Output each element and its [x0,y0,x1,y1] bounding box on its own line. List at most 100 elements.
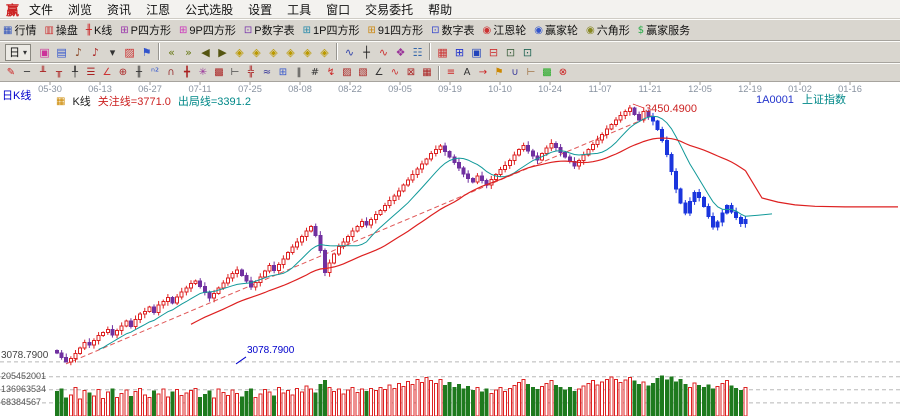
onep-square-button[interactable]: ⊞ 1P四方形 [303,22,360,38]
menu-item-3[interactable]: 资讯 [107,3,131,17]
hexagon-button[interactable]: ◉ 六角形 [586,22,630,38]
zoom-in-diamond-icon[interactable]: ◈ [248,45,265,61]
gann-circle-icon[interactable]: ⊕ [115,65,131,80]
menu-item-7[interactable]: 工具 [287,3,311,17]
first-page-icon[interactable]: « [163,45,180,61]
menu-bar: 赢 文件 浏览 资讯 江恩 公式选股 设置 工具 窗口 交易委托 帮助 [0,0,900,19]
menu-item-4[interactable]: 江恩 [146,3,170,17]
lightning-icon[interactable]: ↯ [323,65,339,80]
prev-bar-icon[interactable]: ◀ [197,45,214,61]
text-note-icon[interactable]: A [459,65,475,80]
arrow-mark-icon[interactable]: → [475,65,491,80]
pan-right-diamond-icon[interactable]: ◈ [282,45,299,61]
time-ruler-icon[interactable]: ⊢ [227,65,243,80]
menu-item-2[interactable]: 浏览 [68,3,92,17]
gann-grid-icon[interactable]: ╬ [243,65,259,80]
gann-wheel-button[interactable]: ◉ 江恩轮 [483,22,527,38]
gann-angle-icon[interactable]: ∠ [99,65,115,80]
wave-tool-icon[interactable]: ≈ [259,65,275,80]
clipboard-icon[interactable]: ▤ [53,45,70,61]
paint-area-icon[interactable]: ▩ [539,65,555,80]
wave-icon[interactable]: ∿ [341,45,358,61]
center-cross-icon[interactable]: ╋ [179,65,195,80]
menu-item-6[interactable]: 设置 [248,3,272,17]
zoom-out-diamond-icon[interactable]: ◈ [231,45,248,61]
calendar-icon[interactable]: ▦ [434,45,451,61]
indicator-window-icon[interactable]: ▨ [121,45,138,61]
last-page-icon[interactable]: » [180,45,197,61]
sine-tool-icon[interactable]: ∿ [387,65,403,80]
menu-item-9[interactable]: 交易委托 [365,3,413,17]
table-tool-icon[interactable]: ⊞ [275,65,291,80]
overlay-caret-icon[interactable]: ▾ [104,45,121,61]
square-n2-icon[interactable]: ⁿ² [147,65,163,80]
bars-tool-icon[interactable]: ‖ [291,65,307,80]
menu-item-1[interactable]: 文件 [29,3,53,17]
calculator-icon[interactable]: ⊞ [451,45,468,61]
workstation-icon[interactable]: ⊡ [502,45,519,61]
arc-tool-icon[interactable]: ∩ [163,65,179,80]
pan-down-diamond-icon[interactable]: ◈ [316,45,333,61]
svg-text:09-19: 09-19 [438,84,462,94]
magnet-icon[interactable]: ∪ [507,65,523,80]
pencil-icon[interactable]: ✎ [3,65,19,80]
star-tool-icon[interactable]: ✳ [195,65,211,80]
gann-flower-icon[interactable]: ❖ [392,45,409,61]
quote-button[interactable]: ▦ 行情 [3,22,36,38]
grid2-icon[interactable]: ▦ [419,65,435,80]
grid-line-icon[interactable]: ╫ [131,65,147,80]
p-digit-table-button[interactable]: ⊡ P数字表 [244,22,295,38]
hash-tool-icon[interactable]: # [307,65,323,80]
shade-left-icon[interactable]: ▧ [355,65,371,80]
menu-item-5[interactable]: 公式选股 [185,3,233,17]
sub-chart-2-icon[interactable]: ♪ [87,45,104,61]
price-mark-icon[interactable]: ≡ [443,65,459,80]
lock-draw-icon[interactable]: ⊗ [555,65,571,80]
pan-left-diamond-icon[interactable]: ◈ [265,45,282,61]
menu-item-8[interactable]: 窗口 [326,3,350,17]
box-x-icon[interactable]: ⊠ [403,65,419,80]
p-square-button-icon: ⊞ [120,24,129,36]
pan-up-diamond-icon[interactable]: ◈ [299,45,316,61]
p-square-button[interactable]: ⊞ P四方形 [120,22,171,38]
crosshair-icon[interactable]: ┼ [358,45,375,61]
winner-service-button[interactable]: $ 赢家服务 [638,22,690,38]
ruler-icon[interactable]: ⊢ [523,65,539,80]
remote-service-icon[interactable]: ⊡ [519,45,536,61]
kline-chart[interactable]: 05-30 06-13 06-27 07-11 07-25 08-08 08-22 09-05… [0,82,900,416]
resistance-line-icon[interactable]: ╥ [51,65,67,80]
ninep-square-button[interactable]: ⊞ 9P四方形 [179,22,236,38]
flag-mark-icon[interactable]: ⚑ [491,65,507,80]
winner-wheel-button-icon: ◉ [534,24,543,36]
percent-line-icon[interactable]: ☰ [83,65,99,80]
horizontal-line-icon[interactable]: ─ [19,65,35,80]
zigzag-icon[interactable]: ∿ [375,45,392,61]
next-bar-icon[interactable]: ▶ [214,45,231,61]
symbol-code: 1A0001 [756,94,794,106]
kline-button[interactable]: ╫ K线 [86,22,112,38]
angle2-icon[interactable]: ∠ [371,65,387,80]
shade-right-icon[interactable]: ▨ [339,65,355,80]
svg-text:08-22: 08-22 [338,84,362,94]
winner-wheel-button-label: 赢家轮 [544,25,578,37]
sub-chart-1-icon[interactable]: ♪ [70,45,87,61]
restore-layout-icon[interactable]: ▣ [36,45,53,61]
period-day-button[interactable]: 日 ▾ [5,43,32,61]
notebook-icon[interactable]: ▣ [468,45,485,61]
winner-wheel-button[interactable]: ◉ 赢家轮 [534,22,578,38]
toolbar-separator [336,43,339,60]
digit-table-button[interactable]: ⊡ 数字表 [431,22,474,38]
cross-line-icon[interactable]: ╀ [67,65,83,80]
svg-text:10-24: 10-24 [538,84,562,94]
menu-item-10[interactable]: 帮助 [428,3,452,17]
low-price-axis-label: 3078.7900 [1,350,49,361]
onep-square-button-label: 1P四方形 [313,25,360,37]
hexagram-icon[interactable]: ☷ [409,45,426,61]
save-icon[interactable]: ⊟ [485,45,502,61]
support-line-icon[interactable]: ╨ [35,65,51,80]
flag-icon[interactable]: ⚑ [138,45,155,61]
trade-button[interactable]: ▥ 操盘 [44,22,77,38]
nineone-square-button[interactable]: ⊞ 91四方形 [367,22,423,38]
toolbar-main: ▦ 行情 ▥ 操盘 ╫ K线 ⊞ P四方形 ⊞ 9P四方形 ⊡ P数字表 ⊞ 1P四方形 ⊞ 91四方形 ⊡ 数字… [0,19,900,41]
gann-box-icon[interactable]: ▩ [211,65,227,80]
